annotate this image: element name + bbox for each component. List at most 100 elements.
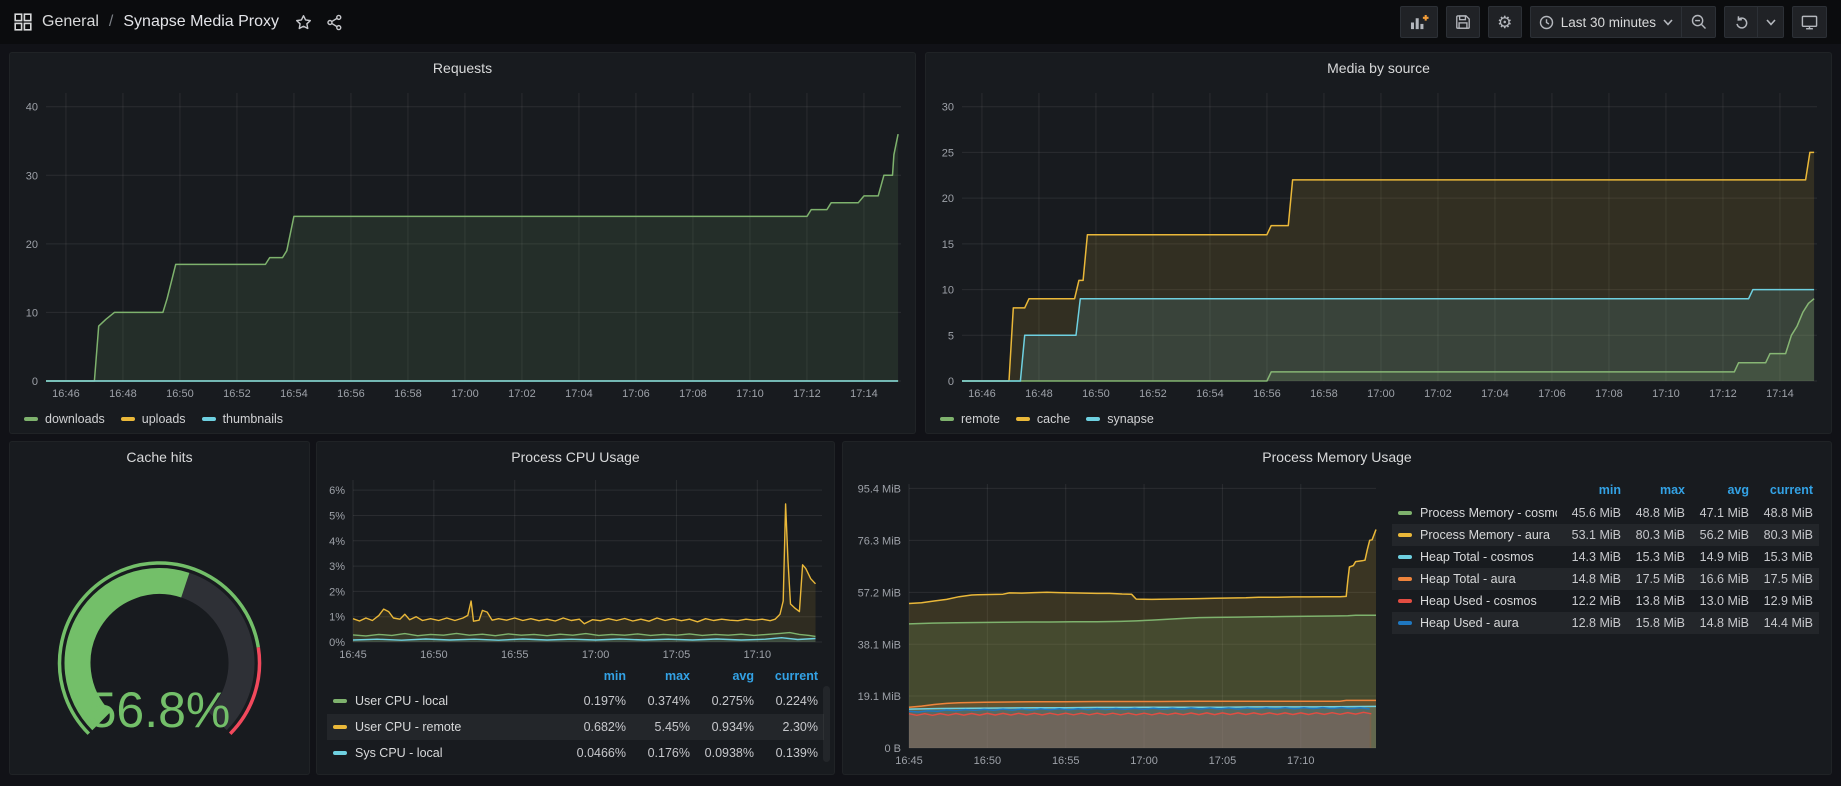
series-label[interactable]: User CPU - remote — [355, 720, 461, 734]
legend-value: 14.3 MiB — [1557, 550, 1621, 564]
media-by-source-chart[interactable]: 16:4616:4816:5016:5216:5416:5616:5817:00… — [926, 83, 1831, 405]
series-swatch — [24, 417, 38, 421]
clock-icon — [1539, 15, 1554, 30]
legend-value: 13.8 MiB — [1621, 594, 1685, 608]
legend-value: 14.4 MiB — [1749, 616, 1813, 630]
series-label[interactable]: Process Memory - aura — [1420, 528, 1550, 542]
legend-value: 0.374% — [626, 694, 690, 708]
legend-sort-min[interactable]: min — [1557, 483, 1621, 497]
legend-sort-avg[interactable]: avg — [690, 669, 754, 683]
legend-item-remote[interactable]: remote — [940, 412, 1000, 426]
time-range-picker[interactable]: Last 30 minutes — [1530, 6, 1682, 38]
series-label[interactable]: Heap Total - aura — [1420, 572, 1516, 586]
svg-text:17:06: 17:06 — [622, 388, 650, 400]
legend-sort-min[interactable]: min — [562, 669, 626, 683]
legend-row-Process Memory - aura: Process Memory - aura53.1 MiB80.3 MiB56.… — [1392, 524, 1819, 546]
series-label[interactable]: User CPU - local — [355, 694, 448, 708]
legend-value: 14.8 MiB — [1685, 616, 1749, 630]
svg-text:16:46: 16:46 — [968, 388, 996, 400]
svg-text:16:56: 16:56 — [337, 388, 365, 400]
process-cpu-usage-chart[interactable]: 16:4516:5016:5517:0017:0517:100%1%2%3%4%… — [317, 472, 834, 664]
requests-legend: downloads uploads thumbnails — [10, 405, 915, 433]
refresh-button[interactable] — [1724, 6, 1758, 38]
star-icon[interactable] — [295, 14, 312, 31]
svg-text:5%: 5% — [329, 510, 345, 522]
legend-value: 14.9 MiB — [1685, 550, 1749, 564]
add-panel-icon — [1409, 14, 1429, 31]
series-swatch — [121, 417, 135, 421]
legend-value: 0.275% — [690, 694, 754, 708]
svg-text:17:00: 17:00 — [451, 388, 479, 400]
svg-text:17:10: 17:10 — [744, 649, 772, 661]
refresh-interval-dropdown[interactable] — [1758, 6, 1784, 38]
legend-sort-current[interactable]: current — [1749, 483, 1813, 497]
legend-item-thumbnails[interactable]: thumbnails — [202, 412, 283, 426]
add-panel-button[interactable] — [1400, 6, 1438, 38]
svg-text:76.3 MiB: 76.3 MiB — [858, 535, 901, 547]
cpu-legend-table: minmaxavgcurrentUser CPU - local0.197%0.… — [327, 664, 824, 774]
legend-value: 5.45% — [626, 720, 690, 734]
series-label: remote — [961, 412, 1000, 426]
panel-title-requests[interactable]: Requests — [10, 53, 915, 83]
series-label: uploads — [142, 412, 186, 426]
legend-sort-avg[interactable]: avg — [1685, 483, 1749, 497]
legend-item-synapse[interactable]: synapse — [1086, 412, 1154, 426]
svg-text:25: 25 — [942, 147, 954, 159]
series-label[interactable]: Heap Used - aura — [1420, 616, 1519, 630]
series-label[interactable]: Heap Used - cosmos — [1420, 594, 1537, 608]
svg-text:20: 20 — [942, 193, 954, 205]
legend-row-User CPU - local: User CPU - local0.197%0.374%0.275%0.224% — [327, 688, 824, 714]
series-label[interactable]: Sys CPU - local — [355, 746, 443, 760]
dashboards-grid-icon[interactable] — [14, 13, 32, 31]
series-label[interactable]: Process Memory - cosmos — [1420, 506, 1557, 520]
svg-text:38.1 MiB: 38.1 MiB — [858, 639, 901, 651]
svg-text:17:02: 17:02 — [508, 388, 536, 400]
panel-title-process-cpu-usage[interactable]: Process CPU Usage — [317, 442, 834, 472]
legend-value: 12.2 MiB — [1557, 594, 1621, 608]
legend-scrollbar[interactable] — [823, 686, 830, 762]
kiosk-mode-button[interactable] — [1792, 6, 1827, 38]
breadcrumb-separator: / — [109, 13, 113, 31]
dashboard-settings-button[interactable]: ⚙ — [1488, 6, 1522, 38]
legend-row-Sys CPU - local: Sys CPU - local0.0466%0.176%0.0938%0.139… — [327, 740, 824, 766]
legend-value: 15.3 MiB — [1749, 550, 1813, 564]
share-icon[interactable] — [326, 14, 343, 31]
breadcrumb-folder[interactable]: General — [42, 13, 99, 31]
legend-sort-max[interactable]: max — [626, 669, 690, 683]
save-dashboard-button[interactable] — [1446, 6, 1480, 38]
legend-value: 48.8 MiB — [1749, 506, 1813, 520]
svg-text:1%: 1% — [329, 612, 345, 624]
save-icon — [1455, 14, 1471, 30]
legend-table-header: minmaxavgcurrent — [327, 664, 824, 688]
svg-text:16:58: 16:58 — [394, 388, 422, 400]
navbar: General / Synapse Media Proxy — [0, 0, 1841, 44]
series-label: thumbnails — [223, 412, 283, 426]
series-swatch — [202, 417, 216, 421]
legend-sort-current[interactable]: current — [754, 669, 818, 683]
legend-value: 15.8 MiB — [1621, 616, 1685, 630]
series-swatch — [1016, 417, 1030, 421]
legend-value: 12.9 MiB — [1749, 594, 1813, 608]
svg-text:17:00: 17:00 — [1367, 388, 1395, 400]
svg-text:17:10: 17:10 — [1652, 388, 1680, 400]
svg-text:16:58: 16:58 — [1310, 388, 1338, 400]
legend-sort-max[interactable]: max — [1621, 483, 1685, 497]
requests-chart[interactable]: 16:4616:4816:5016:5216:5416:5616:5817:00… — [10, 83, 915, 405]
svg-text:0 B: 0 B — [884, 743, 901, 755]
legend-item-downloads[interactable]: downloads — [24, 412, 105, 426]
legend-item-cache[interactable]: cache — [1016, 412, 1070, 426]
legend-value: 0.0466% — [562, 746, 626, 760]
zoom-out-time-button[interactable] — [1682, 6, 1716, 38]
svg-text:17:08: 17:08 — [679, 388, 707, 400]
svg-text:0: 0 — [948, 376, 954, 388]
process-memory-usage-chart[interactable]: 16:4516:5016:5517:0017:0517:100 B19.1 Mi… — [843, 472, 1388, 774]
zoom-out-icon — [1691, 14, 1707, 30]
panel-title-process-memory-usage[interactable]: Process Memory Usage — [843, 442, 1831, 472]
series-label[interactable]: Heap Total - cosmos — [1420, 550, 1534, 564]
svg-text:16:46: 16:46 — [52, 388, 80, 400]
panel-title-cache-hits[interactable]: Cache hits — [10, 442, 309, 472]
legend-row-Heap Total - cosmos: Heap Total - cosmos 14.3 MiB 15.3 MiB14.9 … — [1392, 546, 1819, 568]
breadcrumb-dashboard-title[interactable]: Synapse Media Proxy — [123, 13, 279, 31]
legend-item-uploads[interactable]: uploads — [121, 412, 186, 426]
panel-title-media-by-source[interactable]: Media by source — [926, 53, 1831, 83]
